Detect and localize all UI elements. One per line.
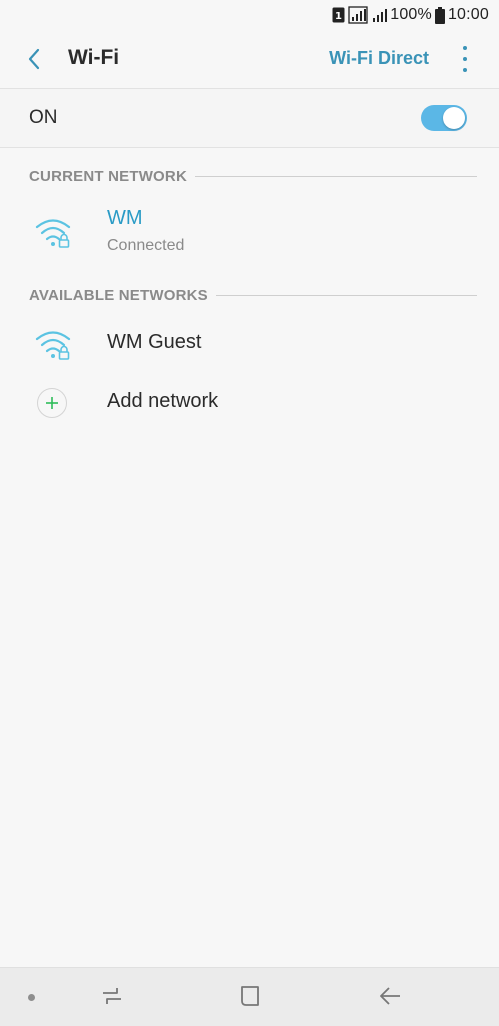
- current-network-name: WM: [107, 207, 143, 229]
- page-title: Wi-Fi: [68, 46, 120, 69]
- chevron-left-icon: [28, 48, 40, 70]
- available-networks-section-header: AVAILABLE NETWORKS: [29, 287, 477, 304]
- section-divider: [215, 295, 477, 296]
- back-arrow-icon[interactable]: [378, 984, 402, 1008]
- clock: 10:00: [447, 6, 489, 23]
- status-bar: 1 100% 10:00: [0, 0, 499, 30]
- system-navigation-bar: [0, 967, 499, 1026]
- network-name: WM Guest: [107, 331, 202, 353]
- battery-icon: [434, 6, 445, 24]
- recent-apps-icon[interactable]: [100, 984, 124, 1008]
- app-header: Wi-Fi Wi-Fi Direct: [0, 30, 499, 88]
- sim-card-icon: 1: [332, 7, 345, 23]
- current-network-status: Connected: [107, 237, 185, 254]
- svg-text:1: 1: [335, 11, 342, 22]
- add-network-label: Add network: [107, 390, 219, 412]
- current-network-label: CURRENT NETWORK: [29, 168, 187, 185]
- home-icon[interactable]: [238, 984, 262, 1008]
- wifi-locked-icon: [35, 331, 71, 360]
- more-vert-icon-dot: [463, 57, 467, 61]
- back-button[interactable]: [20, 44, 48, 74]
- current-network-item[interactable]: WM Connected: [0, 196, 499, 266]
- add-icon: [37, 388, 67, 418]
- current-network-section-header: CURRENT NETWORK: [29, 168, 477, 185]
- more-vert-icon-dot: [463, 68, 467, 72]
- section-divider: [195, 176, 477, 177]
- add-network-item[interactable]: Add network: [0, 376, 499, 430]
- battery-percentage: 100%: [390, 6, 432, 23]
- nav-dot-button[interactable]: [28, 994, 35, 1001]
- plus-icon: [46, 397, 58, 409]
- available-networks-label: AVAILABLE NETWORKS: [29, 287, 208, 304]
- wifi-master-switch-row[interactable]: ON: [0, 88, 499, 148]
- more-options-button[interactable]: [457, 46, 473, 72]
- toggle-knob: [443, 107, 465, 129]
- network-item-wm-guest[interactable]: WM Guest: [0, 316, 499, 372]
- signal-strength-icon: [348, 6, 368, 24]
- wifi-toggle-switch[interactable]: [421, 105, 467, 131]
- wifi-direct-button[interactable]: Wi-Fi Direct: [329, 48, 429, 69]
- wifi-locked-icon: [35, 219, 71, 248]
- wifi-switch-label: ON: [29, 107, 58, 128]
- more-vert-icon-dot: [463, 46, 467, 50]
- secondary-signal-icon: [373, 9, 388, 22]
